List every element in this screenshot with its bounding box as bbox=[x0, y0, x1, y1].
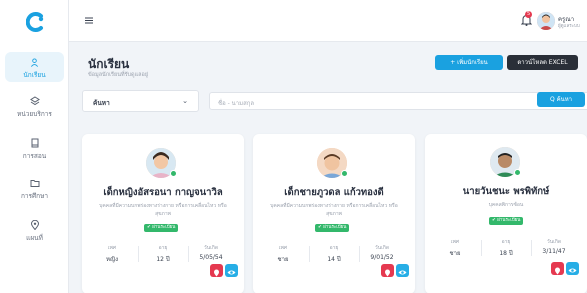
stat-value: ชาย bbox=[277, 256, 289, 263]
stat-sex: เพศ ชาย bbox=[271, 244, 295, 264]
divider bbox=[309, 246, 310, 262]
sidebar-item-education[interactable]: การศึกษา bbox=[5, 178, 64, 204]
stat-label: อายุ bbox=[501, 239, 511, 245]
book-icon bbox=[31, 138, 38, 148]
map-pin-icon bbox=[555, 267, 560, 275]
eye-icon bbox=[568, 268, 577, 273]
sidebar-item-students[interactable]: นักเรียน bbox=[5, 52, 64, 82]
eye-icon bbox=[398, 270, 407, 275]
add-student-button[interactable]: + เพิ่มนักเรียน bbox=[435, 55, 503, 70]
sidebar-item-label: นักเรียน bbox=[23, 71, 46, 79]
view-button[interactable] bbox=[225, 264, 238, 277]
divider bbox=[138, 246, 139, 262]
student-name: นายวันชนะ พรพิทักษ์ bbox=[462, 186, 550, 197]
location-button[interactable] bbox=[210, 264, 223, 277]
divider bbox=[531, 240, 532, 256]
view-button[interactable] bbox=[566, 262, 579, 275]
divider bbox=[188, 246, 189, 262]
student-disability: บุคคลที่มีความบกพร่องทางร่างกาย หรือการเ… bbox=[99, 203, 227, 217]
stat-value: 9/01/52 bbox=[370, 254, 394, 261]
stat-dob: วันเกิด 5/05/54 bbox=[195, 244, 227, 261]
stat-label: เพศ bbox=[278, 245, 288, 251]
student-card[interactable]: นายวันชนะ พรพิทักษ์ บุคคลพิการซ้อน ✔ ผ่า… bbox=[425, 134, 587, 293]
stat-value: 12 ปี bbox=[156, 256, 170, 263]
stat-label: อายุ bbox=[158, 245, 168, 251]
online-indicator bbox=[170, 170, 177, 177]
stat-label: วันเกิด bbox=[374, 245, 390, 251]
student-card[interactable]: เด็กหญิงอัสรอนา กาญจนาวิล บุคคลที่มีความ… bbox=[82, 134, 244, 293]
search-input[interactable]: ชื่อ - นามสกุล bbox=[209, 92, 587, 110]
location-button[interactable] bbox=[381, 264, 394, 277]
user-role: ผู้ดูแลระบบ bbox=[558, 24, 580, 29]
layers-icon bbox=[29, 96, 40, 106]
search-placeholder: ชื่อ - นามสกุล bbox=[218, 100, 255, 107]
stat-value: 14 ปี bbox=[327, 256, 341, 263]
student-disability: บุคคลพิการซ้อน bbox=[488, 202, 524, 208]
sidebar-item-label: การศึกษา bbox=[20, 192, 49, 200]
sidebar: นักเรียน หน่วยบริการ การสอน การศึกษา แผน… bbox=[0, 0, 69, 293]
search-button[interactable]: Q ค้นหา bbox=[537, 92, 585, 107]
stat-sex: เพศ ชาย bbox=[443, 238, 467, 258]
search-type-value: ค้นหา bbox=[93, 99, 110, 107]
stat-value: 18 ปี bbox=[499, 250, 513, 257]
stat-label: เพศ bbox=[107, 245, 117, 251]
stat-age: อายุ 18 ปี bbox=[491, 238, 521, 258]
stat-label: วันเกิด bbox=[546, 239, 562, 245]
student-name: เด็กหญิงอัสรอนา กาญจนาวิล bbox=[103, 187, 223, 198]
status-badge: ✔ ผ่านระเบียน bbox=[489, 217, 524, 225]
stat-value: 3/11/47 bbox=[542, 248, 566, 255]
menu-icon[interactable] bbox=[85, 17, 93, 24]
map-pin-icon bbox=[214, 269, 219, 277]
status-badge: ✔ ผ่านระเบียน bbox=[144, 224, 179, 232]
folder-icon bbox=[30, 180, 39, 187]
user-photo-icon bbox=[537, 12, 555, 30]
location-button[interactable] bbox=[551, 262, 564, 275]
view-button[interactable] bbox=[396, 264, 409, 277]
download-excel-button[interactable]: ดาวน์โหลด EXCEL bbox=[507, 55, 578, 70]
student-card[interactable]: เด็กชายภูวดล แก้วทองดี บุคคลที่มีความบกพ… bbox=[253, 134, 415, 293]
online-indicator bbox=[341, 170, 348, 177]
sidebar-item-services[interactable]: หน่วยบริการ bbox=[5, 96, 64, 122]
top-bar: 5 ครูณา ผู้ดูแลระบบ bbox=[69, 0, 587, 42]
page-subtitle: ข้อมูลนักเรียนที่รับดูแลอยู่ bbox=[88, 72, 149, 78]
sidebar-item-teaching[interactable]: การสอน bbox=[5, 138, 64, 164]
stat-sex: เพศ หญิง bbox=[100, 244, 124, 264]
stat-label: อายุ bbox=[329, 245, 339, 251]
eye-icon bbox=[227, 270, 236, 275]
divider bbox=[359, 246, 360, 262]
map-pin-icon bbox=[30, 220, 39, 230]
stat-label: วันเกิด bbox=[203, 245, 219, 251]
student-name: เด็กชายภูวดล แก้วทองดี bbox=[284, 187, 384, 198]
user-avatar[interactable] bbox=[537, 12, 555, 30]
sidebar-item-label: หน่วยบริการ bbox=[17, 110, 52, 118]
stat-age: อายุ 14 ปี bbox=[319, 244, 349, 264]
stat-value: 5/05/54 bbox=[199, 254, 223, 261]
stat-value: หญิง bbox=[106, 256, 118, 263]
stat-value: ชาย bbox=[449, 250, 461, 257]
app-logo[interactable] bbox=[26, 12, 46, 32]
search-type-select[interactable]: ค้นหา ⌄ bbox=[82, 90, 199, 112]
online-indicator bbox=[514, 169, 521, 176]
stat-dob: วันเกิด 3/11/47 bbox=[538, 238, 570, 255]
sidebar-item-label: การสอน bbox=[22, 152, 47, 160]
student-disability: บุคคลที่มีความบกพร่องทางร่างกาย หรือการเ… bbox=[270, 203, 398, 217]
chevron-down-icon: ⌄ bbox=[182, 97, 188, 105]
divider bbox=[481, 240, 482, 256]
sidebar-item-label: แผนที่ bbox=[26, 234, 43, 242]
map-pin-icon bbox=[385, 269, 390, 277]
sidebar-item-map[interactable]: แผนที่ bbox=[5, 220, 64, 246]
status-badge: ✔ ผ่านระเบียน bbox=[315, 224, 350, 232]
search-bar: ค้นหา ⌄ ชื่อ - นามสกุล Q ค้นหา bbox=[82, 88, 587, 116]
stat-age: อายุ 12 ปี bbox=[148, 244, 178, 264]
stat-dob: วันเกิด 9/01/52 bbox=[366, 244, 398, 261]
stat-label: เพศ bbox=[450, 239, 460, 245]
person-icon bbox=[30, 58, 39, 67]
